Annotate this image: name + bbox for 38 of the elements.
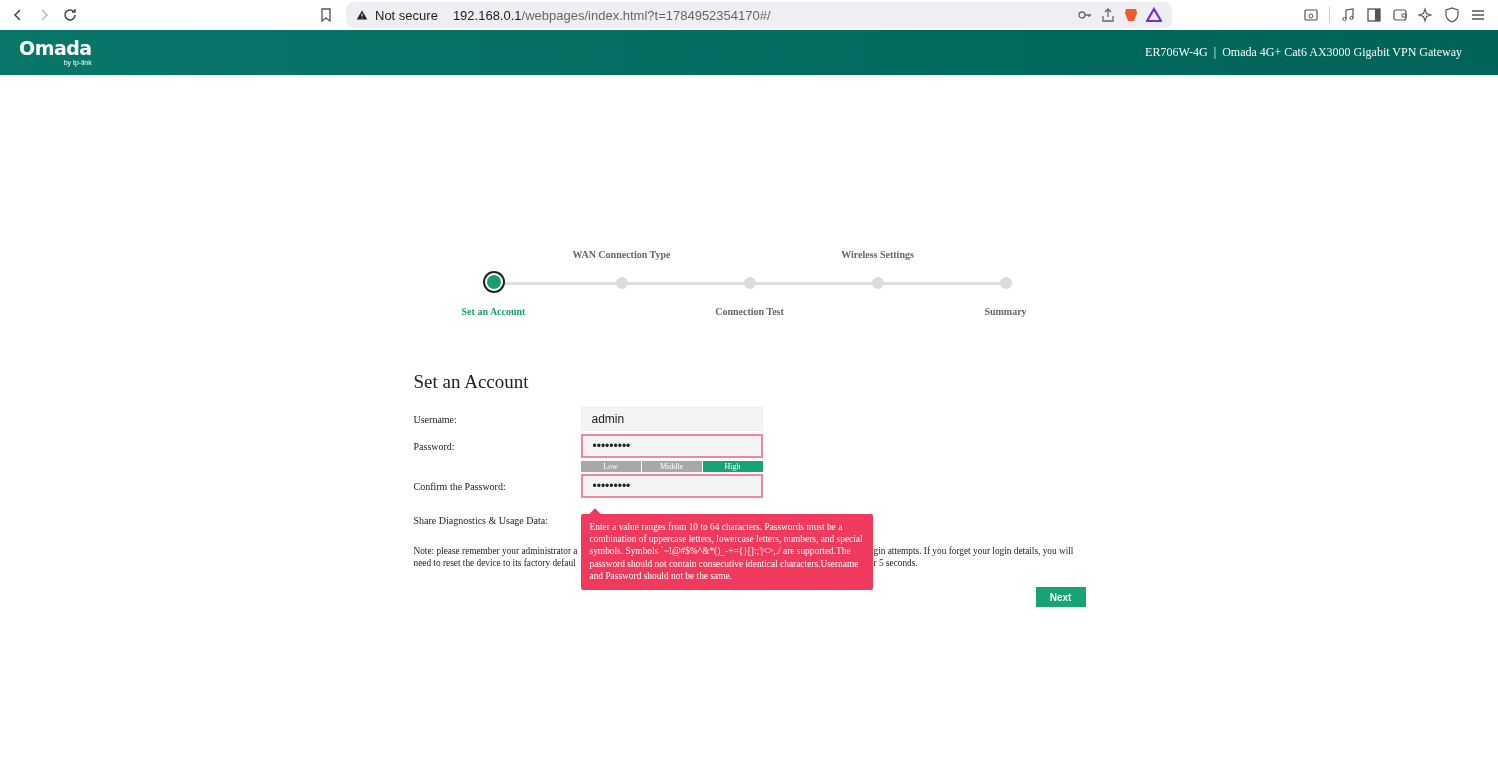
menu-icon[interactable] — [1470, 7, 1486, 23]
wallet-icon[interactable] — [1392, 7, 1408, 23]
step-label: Wireless Settings — [841, 249, 914, 260]
sidebar-icon[interactable] — [1366, 7, 1382, 23]
step-label: WAN Connection Type — [572, 249, 671, 260]
url-text: 192.168.0.1/webpages/index.html?t=1784952354170#/ — [452, 7, 771, 23]
note-text: need to reset the device to its factory defaul — [413, 557, 576, 569]
shield-icon[interactable] — [1444, 7, 1460, 23]
model-name: ER706W-4G — [1145, 45, 1208, 60]
reload-icon[interactable] — [62, 7, 78, 23]
password-field[interactable]: ••••••••• — [580, 434, 763, 458]
strength-segment: High — [702, 461, 763, 472]
field-label: Confirm the Password: — [413, 480, 507, 492]
strength-segment: Low — [580, 461, 641, 472]
field-label: Username: — [413, 413, 458, 425]
product-name: Omada 4G+ Cat6 AX3000 Gigabit VPN Gateway — [1222, 45, 1462, 60]
triangle-icon[interactable] — [1146, 7, 1162, 23]
form-title: Set an Account — [413, 371, 530, 393]
bookmark-icon[interactable] — [318, 7, 334, 23]
music-note-icon[interactable] — [1340, 7, 1356, 23]
password-field[interactable]: ••••••••• — [580, 474, 763, 498]
note-text: r 5 seconds. — [873, 557, 918, 569]
strength-segment: Middle — [641, 461, 702, 472]
sparkle-icon[interactable] — [1418, 7, 1434, 23]
field-label: Share Diagnostics & Usage Data: — [413, 514, 549, 526]
logo: Omada — [19, 39, 92, 58]
address-bar[interactable]: Not secure 192.168.0.1/webpages/index.html?t=1784952354170#/ — [346, 2, 1172, 28]
field-label: Password: — [413, 440, 456, 452]
note-text: gin attempts. If you forget your login details, you will — [873, 545, 1074, 557]
separator: | — [1213, 45, 1217, 60]
warning-icon — [356, 9, 368, 21]
step-label: Set an Account — [461, 306, 526, 317]
step-label: Connection Test — [715, 306, 784, 317]
username-field[interactable]: admin — [580, 407, 763, 431]
security-label[interactable]: Not secure — [375, 7, 438, 23]
note-text: Note: please remember your administrator a — [413, 545, 578, 557]
step-label: Summary — [984, 306, 1027, 317]
share-icon[interactable] — [1100, 7, 1116, 23]
